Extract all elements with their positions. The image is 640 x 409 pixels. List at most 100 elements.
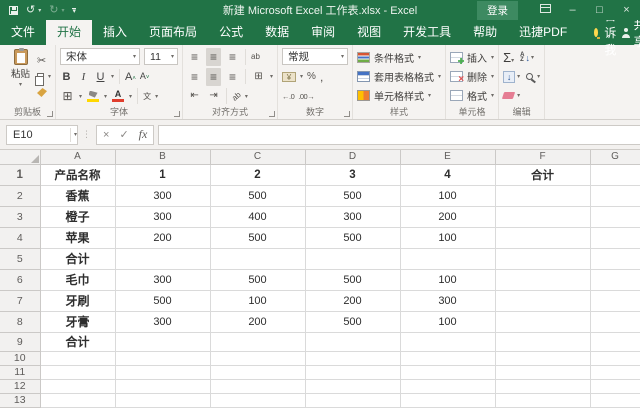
find-select-button[interactable]: ▾: [526, 73, 540, 80]
cell-D11[interactable]: [305, 365, 400, 379]
fill-color-dropdown-icon[interactable]: ▾: [104, 93, 107, 100]
cell-C1[interactable]: 2: [210, 164, 305, 185]
minimize-icon[interactable]: –: [559, 0, 586, 20]
cell-G10[interactable]: [590, 351, 640, 365]
cell-C11[interactable]: [210, 365, 305, 379]
font-size-combo[interactable]: 11 ▾: [144, 48, 178, 65]
column-header-C[interactable]: C: [210, 150, 305, 164]
cell-F1[interactable]: 合计: [495, 164, 590, 185]
cell-B12[interactable]: [115, 379, 210, 393]
row-header-4[interactable]: 4: [0, 227, 40, 248]
orientation-dropdown-icon[interactable]: ▾: [245, 93, 248, 100]
cell-G11[interactable]: [590, 365, 640, 379]
number-dialog-launcher-icon[interactable]: [344, 111, 350, 117]
row-header-9[interactable]: 9: [0, 332, 40, 351]
column-header-B[interactable]: B: [115, 150, 210, 164]
confirm-entry-icon[interactable]: ✓: [119, 128, 128, 141]
undo-icon[interactable]: ↺: [26, 0, 35, 20]
row-header-11[interactable]: 11: [0, 365, 40, 379]
orientation-icon[interactable]: ab: [230, 90, 243, 103]
cell-G12[interactable]: [590, 379, 640, 393]
cell-F5[interactable]: [495, 248, 590, 269]
cell-A4[interactable]: 苹果: [40, 227, 115, 248]
cell-E8[interactable]: 100: [400, 311, 495, 332]
increase-indent-icon[interactable]: ⇥: [206, 87, 221, 105]
cell-F11[interactable]: [495, 365, 590, 379]
bold-button[interactable]: B: [60, 71, 73, 83]
clipboard-dialog-launcher-icon[interactable]: [47, 111, 53, 117]
cell-F2[interactable]: [495, 185, 590, 206]
select-all-corner[interactable]: [0, 150, 40, 164]
cell-F13[interactable]: [495, 393, 590, 407]
tab-插入[interactable]: 插入: [92, 20, 138, 45]
tell-me-box[interactable]: 告诉我: [594, 20, 621, 45]
cell-E11[interactable]: [400, 365, 495, 379]
cell-E6[interactable]: 100: [400, 269, 495, 290]
column-header-A[interactable]: A: [40, 150, 115, 164]
cell-D2[interactable]: 500: [305, 185, 400, 206]
cancel-entry-icon[interactable]: ×: [103, 129, 109, 141]
clear-button[interactable]: ▾: [503, 92, 520, 99]
cell-B3[interactable]: 300: [115, 206, 210, 227]
cell-B11[interactable]: [115, 365, 210, 379]
cell-B6[interactable]: 300: [115, 269, 210, 290]
cell-G6[interactable]: [590, 269, 640, 290]
tab-视图[interactable]: 视图: [346, 20, 392, 45]
cell-A1[interactable]: 产品名称: [40, 164, 115, 185]
cell-C5[interactable]: [210, 248, 305, 269]
column-header-G[interactable]: G: [590, 150, 640, 164]
cell-D1[interactable]: 3: [305, 164, 400, 185]
row-header-13[interactable]: 13: [0, 393, 40, 407]
row-header-1[interactable]: 1: [0, 164, 40, 185]
cell-A8[interactable]: 牙膏: [40, 311, 115, 332]
cell-F12[interactable]: [495, 379, 590, 393]
tab-迅捷PDF[interactable]: 迅捷PDF: [508, 20, 578, 45]
format-as-table-button[interactable]: 套用表格格式 ▾: [357, 67, 441, 86]
comma-style-icon[interactable]: ,: [320, 70, 323, 84]
underline-dropdown-icon[interactable]: ▾: [111, 73, 114, 80]
cell-F3[interactable]: [495, 206, 590, 227]
maximize-icon[interactable]: □: [586, 0, 613, 20]
row-header-6[interactable]: 6: [0, 269, 40, 290]
cell-E5[interactable]: [400, 248, 495, 269]
font-name-combo[interactable]: 宋体 ▾: [60, 48, 140, 65]
cell-B10[interactable]: [115, 351, 210, 365]
cell-E10[interactable]: [400, 351, 495, 365]
cell-D4[interactable]: 500: [305, 227, 400, 248]
name-box-dropdown-icon[interactable]: ▾: [74, 131, 77, 138]
cell-G3[interactable]: [590, 206, 640, 227]
merge-dropdown-icon[interactable]: ▾: [270, 73, 273, 80]
align-right-icon[interactable]: ≡: [225, 68, 240, 86]
borders-dropdown-icon[interactable]: ▾: [79, 93, 82, 100]
align-top-icon[interactable]: ≡: [187, 48, 202, 66]
autosum-button[interactable]: Σ▾: [503, 49, 514, 67]
tab-帮助[interactable]: 帮助: [462, 20, 508, 45]
italic-button[interactable]: I: [77, 71, 90, 83]
align-bottom-icon[interactable]: ≡: [225, 48, 240, 66]
cell-B8[interactable]: 300: [115, 311, 210, 332]
cell-A7[interactable]: 牙刷: [40, 290, 115, 311]
cell-A2[interactable]: 香蕉: [40, 185, 115, 206]
tab-开发工具[interactable]: 开发工具: [392, 20, 462, 45]
alignment-dialog-launcher-icon[interactable]: [269, 111, 275, 117]
cell-B7[interactable]: 500: [115, 290, 210, 311]
cell-B4[interactable]: 200: [115, 227, 210, 248]
cell-E9[interactable]: [400, 332, 495, 351]
font-name-dropdown-icon[interactable]: ▾: [133, 53, 136, 60]
cell-C2[interactable]: 500: [210, 185, 305, 206]
insert-cells-button[interactable]: 插入 ▾: [450, 48, 494, 67]
copy-dropdown-icon[interactable]: ▾: [48, 73, 51, 80]
decrease-decimal-icon[interactable]: .00→: [298, 92, 314, 101]
tab-公式[interactable]: 公式: [208, 20, 254, 45]
column-header-F[interactable]: F: [495, 150, 590, 164]
cell-F8[interactable]: [495, 311, 590, 332]
font-dialog-launcher-icon[interactable]: [174, 111, 180, 117]
phonetic-guide-icon[interactable]: 文: [143, 91, 151, 102]
save-icon[interactable]: [9, 6, 18, 15]
percent-style-icon[interactable]: %: [307, 71, 316, 82]
tab-审阅[interactable]: 审阅: [300, 20, 346, 45]
align-center-icon[interactable]: ≡: [206, 68, 221, 86]
number-format-combo[interactable]: 常规 ▾: [282, 48, 348, 65]
close-icon[interactable]: ×: [613, 0, 640, 20]
conditional-formatting-button[interactable]: 条件格式 ▾: [357, 48, 441, 67]
